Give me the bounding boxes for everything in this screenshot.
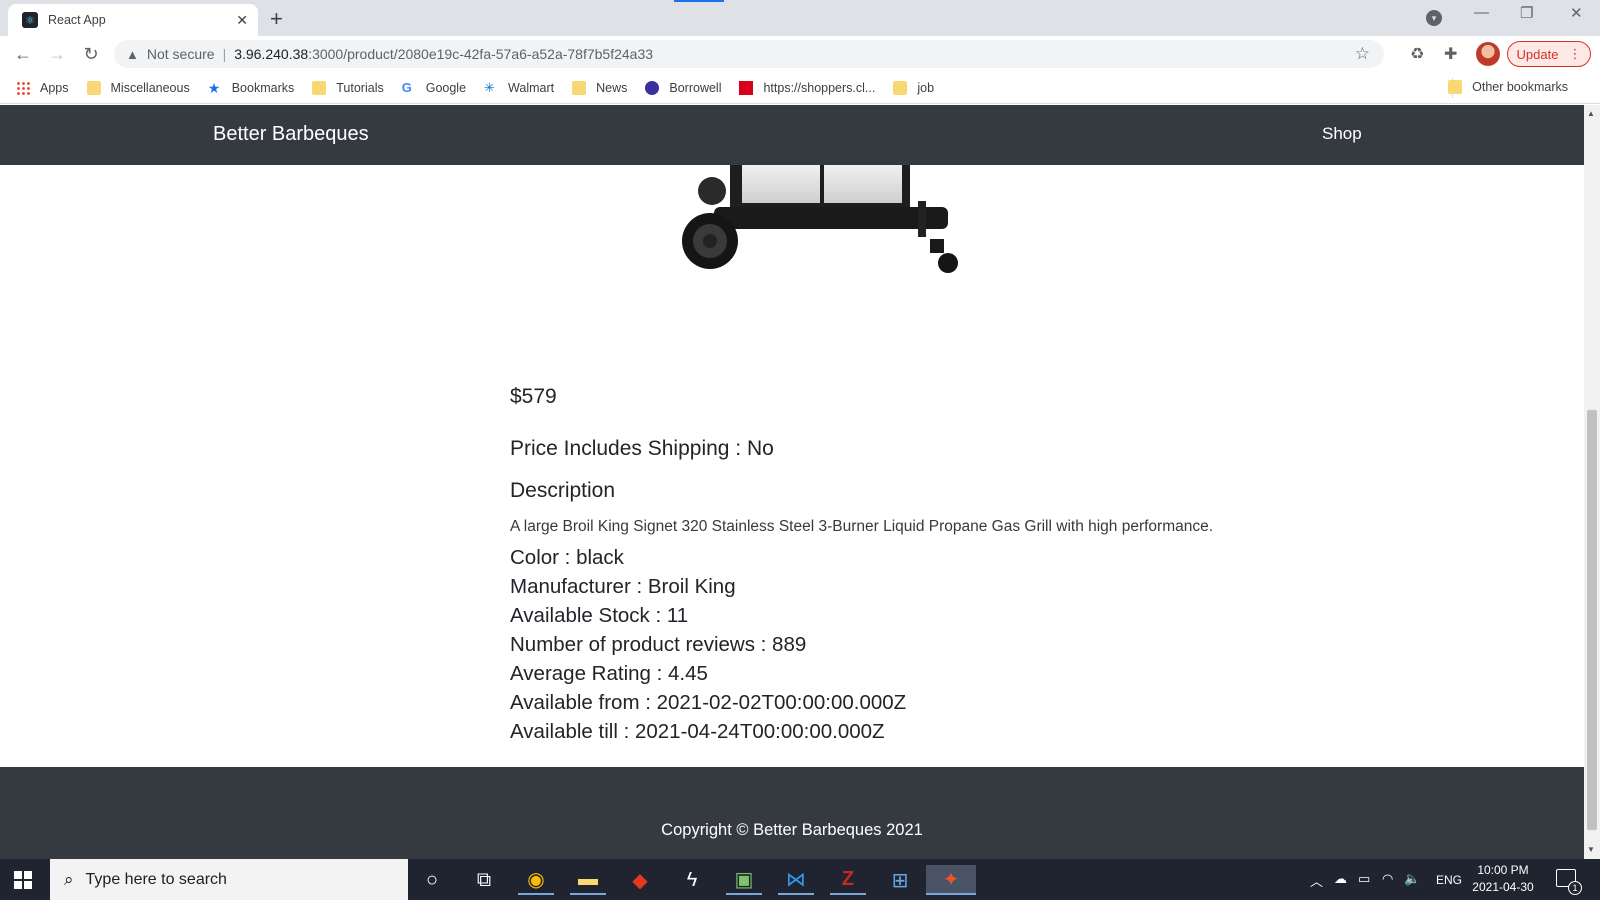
forward-icon[interactable]: → [40,44,74,65]
grill-product-image [682,161,958,273]
bookmark-borrowell[interactable]: Borrowell [645,80,721,95]
browser-titlebar: ⚛ React App ✕ + ▾ — ❐ ✕ [0,0,1600,36]
spec-available-from: Available from : 2021-02-02T00:00:00.000… [510,691,907,714]
site-footer: Copyright © Better Barbeques 2021 [0,767,1584,859]
spec-stock: Available Stock : 11 [510,604,689,627]
nav-shop-link[interactable]: Shop [1322,124,1362,144]
windows-taskbar: ⌕ Type here to search ○ ⧉ ◉ ▬ ◆ ϟ ▣ ⋈ Z … [0,859,1600,900]
spec-color: Color : black [510,546,624,569]
footer-copyright: Copyright © Better Barbeques 2021 [661,821,923,839]
bookmark-miscellaneous[interactable]: Miscellaneous [86,80,190,95]
recycle-extension-icon[interactable]: ♻ [1410,44,1424,64]
bookmark-news[interactable]: News [572,80,627,95]
tab-search-icon[interactable]: ▾ [1426,10,1442,26]
react-icon: ⚛ [22,12,38,28]
update-button[interactable]: Update ⋮ [1507,41,1591,67]
bookmark-job[interactable]: job [893,80,934,95]
clock-time: 10:00 PM [1477,863,1529,877]
spec-rating: Average Rating : 4.45 [510,662,708,685]
url-separator: | [222,46,227,62]
bookmark-other[interactable]: Other bookmarks [1448,80,1568,94]
address-bar[interactable]: ▲ Not secure | 3.96.240.38:3000/product/… [114,40,1384,68]
tab-strip-indicator [674,0,724,2]
borrowell-icon [645,80,660,95]
star-icon: ★ [207,79,221,96]
chrome-icon[interactable]: ◉ [518,865,554,895]
volume-icon[interactable]: 🔈 [1404,871,1420,887]
bookmark-apps[interactable]: Apps [16,80,69,95]
spec-manufacturer: Manufacturer : Broil King [510,575,736,598]
file-explorer-icon[interactable]: ▬ [570,865,606,895]
url-host: 3.96.240.38 [234,46,309,62]
url-path: :3000/product/2080e19c-42fa-57a6-a52a-78… [308,46,654,62]
taskbar-search[interactable]: ⌕ Type here to search [50,859,408,900]
spec-available-till: Available till : 2021-04-24T00:00:00.000… [510,720,885,743]
reload-icon[interactable]: ↻ [74,44,108,65]
new-tab-button[interactable]: + [270,6,283,32]
not-secure-label: Not secure [146,46,215,62]
cortana-icon[interactable]: ○ [414,865,450,895]
folder-icon [86,80,101,95]
language-indicator[interactable]: ENG [1436,873,1462,887]
close-tab-icon[interactable]: ✕ [236,12,248,29]
close-window-icon[interactable]: ✕ [1570,4,1583,22]
walmart-icon: ✳ [484,79,495,95]
description-heading: Description [510,479,616,502]
page-scrollbar[interactable]: ▲ ▼ [1584,105,1600,859]
tab-title: React App [48,13,106,27]
onedrive-icon[interactable]: ☁ [1334,871,1347,887]
site-navbar: Better Barbeques Shop [0,105,1584,165]
remote-desktop-icon[interactable]: ⊞ [882,865,918,895]
scroll-up-icon[interactable]: ▲ [1587,109,1595,118]
menu-kebab-icon: ⋮ [1568,46,1582,61]
product-price: $579 [510,385,557,408]
minimize-icon[interactable]: — [1474,4,1489,21]
wifi-icon[interactable]: ◠ [1382,871,1393,887]
bookmark-walmart[interactable]: ✳ Walmart [484,79,554,95]
folder-icon [1448,80,1463,94]
git-icon[interactable]: ◆ [622,865,658,895]
restore-icon[interactable]: ❐ [1520,4,1533,22]
lightning-app-icon[interactable]: ϟ [674,865,710,895]
page-viewport: Better Barbeques Shop $579 Price Include… [0,105,1584,859]
warning-icon: ▲ [126,46,139,62]
scroll-thumb[interactable] [1587,410,1597,830]
google-icon: G [401,79,412,95]
update-label: Update [1516,46,1559,62]
site-brand[interactable]: Better Barbeques [213,123,369,146]
bookmark-tutorials[interactable]: Tutorials [312,80,384,95]
bookmark-star-icon[interactable]: ☆ [1355,44,1370,64]
infor-icon [739,80,754,95]
windows-start-icon[interactable] [14,871,32,889]
folder-icon [893,80,908,95]
vscode-icon[interactable]: ⋈ [778,865,814,895]
folder-icon [572,80,587,95]
description-text: A large Broil King Signet 320 Stainless … [510,518,1214,535]
apps-icon [16,80,30,95]
shipping-info: Price Includes Shipping : No [510,437,774,460]
notification-badge: 1 [1568,881,1582,895]
clock-date: 2021-04-30 [1472,880,1534,894]
search-icon: ⌕ [64,869,74,889]
back-icon[interactable]: ← [6,44,40,65]
bookmarks-bar: Apps Miscellaneous ★ Bookmarks Tutorials … [0,72,1600,104]
spec-reviews: Number of product reviews : 889 [510,633,807,656]
extensions-puzzle-icon[interactable]: ✚ [1444,44,1457,64]
profile-avatar[interactable] [1476,42,1500,66]
tray-chevron-icon[interactable]: ︿ [1310,871,1323,890]
bookmark-google[interactable]: G Google [401,79,466,95]
filezilla-icon[interactable]: Z [830,865,866,895]
bookmark-shoppers[interactable]: https://shoppers.cl... [739,80,875,95]
task-view-icon[interactable]: ⧉ [466,865,502,895]
bookmark-bookmarks[interactable]: ★ Bookmarks [208,81,295,95]
folder-icon [312,80,327,95]
active-app-icon[interactable]: ✦ [926,865,976,895]
image-editor-icon[interactable]: ▣ [726,865,762,895]
taskbar-clock[interactable]: 10:00 PM 2021-04-30 [1468,862,1538,896]
battery-icon[interactable]: ▭ [1358,871,1370,887]
scroll-down-icon[interactable]: ▼ [1587,845,1595,854]
browser-tab[interactable]: ⚛ React App ✕ [8,4,258,36]
search-placeholder: Type here to search [85,870,227,888]
